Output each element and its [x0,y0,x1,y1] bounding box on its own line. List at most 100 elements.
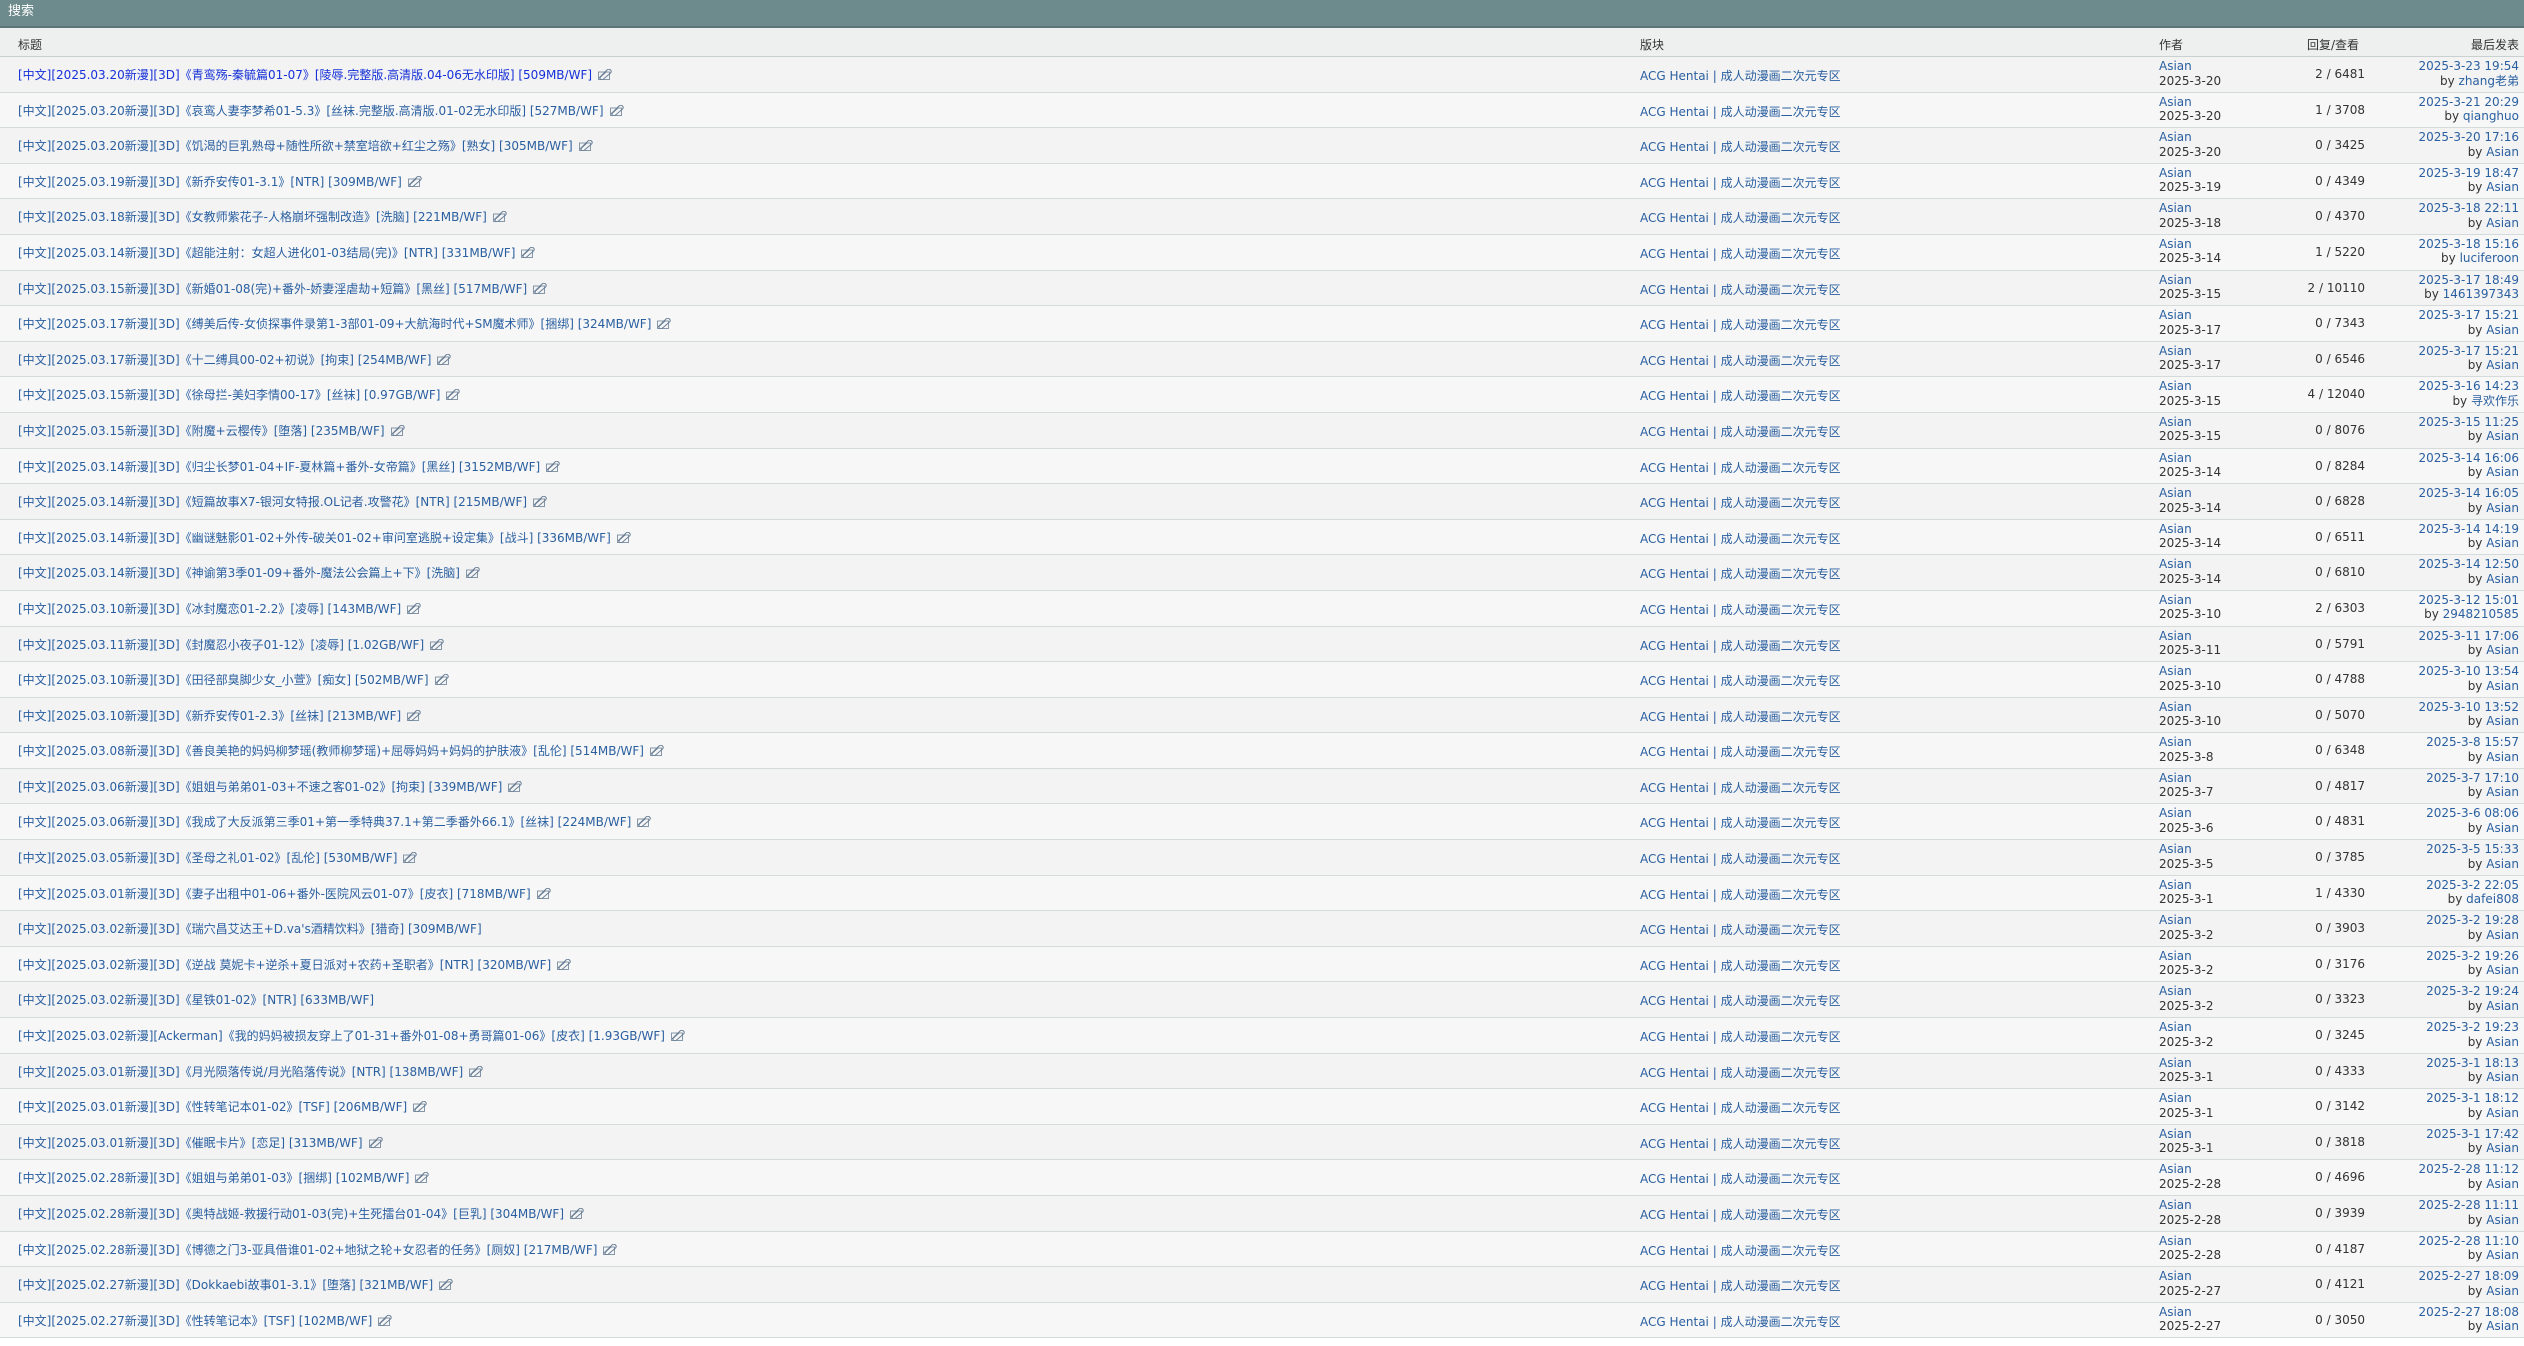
thread-title[interactable]: [中文][2025.03.02新漫][3D]《瑞穴昌艾达王+D.va's酒精饮料… [18,922,482,936]
author-link[interactable]: Asian [2159,273,2221,288]
last-post-link[interactable]: 2025-2-28 11:10 [2419,1234,2520,1249]
last-post-link[interactable]: 2025-3-2 22:05 [2426,878,2519,893]
author-link[interactable]: Asian [2159,771,2213,786]
thread-title[interactable]: [中文][2025.03.06新漫][3D]《我成了大反派第三季01+第一季特典… [18,815,631,829]
last-post-link[interactable]: 2025-3-17 15:21 [2419,344,2520,359]
last-poster-link[interactable]: Asian [2486,145,2519,159]
author-link[interactable]: Asian [2159,700,2221,715]
thread-title-link[interactable]: [中文][2025.02.27新漫][3D]《Dokkaebi故事01-3.1》… [18,1276,453,1293]
forum-link[interactable]: ACG Hentai | 成人动漫画二次元专区 [1640,1170,1841,1187]
author-link[interactable]: Asian [2159,593,2221,608]
last-post-link[interactable]: 2025-3-16 14:23 [2419,379,2520,394]
thread-title-link[interactable]: [中文][2025.03.19新漫][3D]《新乔安传01-3.1》[NTR] … [18,173,422,190]
forum-link[interactable]: ACG Hentai | 成人动漫画二次元专区 [1640,530,1841,547]
thread-title[interactable]: [中文][2025.03.19新漫][3D]《新乔安传01-3.1》[NTR] … [18,175,402,189]
last-post-link[interactable]: 2025-2-27 18:08 [2419,1305,2520,1320]
thread-title[interactable]: [中文][2025.03.10新漫][3D]《冰封魔恋01-2.2》[凌辱] [… [18,602,401,616]
author-link[interactable]: Asian [2159,1198,2221,1213]
thread-title[interactable]: [中文][2025.02.27新漫][3D]《Dokkaebi故事01-3.1》… [18,1278,433,1292]
last-post-link[interactable]: 2025-3-23 19:54 [2419,59,2520,74]
author-link[interactable]: Asian [2159,629,2221,644]
last-poster-link[interactable]: Asian [2486,1035,2519,1049]
author-link[interactable]: Asian [2159,95,2221,110]
forum-link[interactable]: ACG Hentai | 成人动漫画二次元专区 [1640,67,1841,84]
thread-title[interactable]: [中文][2025.03.10新漫][3D]《田径部臭脚少女_小萱》[痴女] [… [18,673,429,687]
last-poster-link[interactable]: Asian [2486,679,2519,693]
thread-title-link[interactable]: [中文][2025.03.20新漫][3D]《饥渴的巨乳熟母+随性所欲+禁室培欲… [18,137,593,154]
thread-title[interactable]: [中文][2025.03.20新漫][3D]《青鸾殇-秦毓篇01-07》[陵辱.… [18,68,592,82]
forum-link[interactable]: ACG Hentai | 成人动漫画二次元专区 [1640,494,1841,511]
last-post-link[interactable]: 2025-3-15 11:25 [2419,415,2520,430]
author-link[interactable]: Asian [2159,1091,2213,1106]
thread-title-link[interactable]: [中文][2025.03.14新漫][3D]《短篇故事X7-银河女特报.OL记者… [18,493,547,510]
last-post-link[interactable]: 2025-3-5 15:33 [2426,842,2519,857]
last-poster-link[interactable]: Asian [2486,1213,2519,1227]
forum-link[interactable]: ACG Hentai | 成人动漫画二次元专区 [1640,209,1841,226]
last-poster-link[interactable]: 1461397343 [2443,287,2519,301]
last-post-link[interactable]: 2025-2-28 11:11 [2419,1198,2520,1213]
thread-title-link[interactable]: [中文][2025.03.02新漫][Ackerman]《我的妈妈被损友穿上了0… [18,1027,685,1044]
thread-title[interactable]: [中文][2025.03.18新漫][3D]《女教师紫花子-人格崩坏强制改造》[… [18,210,487,224]
thread-title-link[interactable]: [中文][2025.03.02新漫][3D]《星铁01-02》[NTR] [63… [18,991,374,1008]
thread-title-link[interactable]: [中文][2025.03.20新漫][3D]《青鸾殇-秦毓篇01-07》[陵辱.… [18,66,612,83]
last-poster-link[interactable]: qianghuo [2463,109,2519,123]
forum-link[interactable]: ACG Hentai | 成人动漫画二次元专区 [1640,1135,1841,1152]
forum-link[interactable]: ACG Hentai | 成人动漫画二次元专区 [1640,743,1841,760]
author-link[interactable]: Asian [2159,806,2213,821]
last-poster-link[interactable]: Asian [2486,572,2519,586]
thread-title-link[interactable]: [中文][2025.03.01新漫][3D]《妻子出租中01-06+番外-医院风… [18,885,551,902]
last-post-link[interactable]: 2025-3-14 16:05 [2419,486,2520,501]
author-link[interactable]: Asian [2159,1234,2221,1249]
last-post-link[interactable]: 2025-3-10 13:54 [2419,664,2520,679]
forum-link[interactable]: ACG Hentai | 成人动漫画二次元专区 [1640,1064,1841,1081]
forum-link[interactable]: ACG Hentai | 成人动漫画二次元专区 [1640,1313,1841,1330]
last-post-link[interactable]: 2025-3-1 18:12 [2426,1091,2519,1106]
last-post-link[interactable]: 2025-3-17 18:49 [2419,273,2520,288]
thread-title[interactable]: [中文][2025.02.28新漫][3D]《奥特战姬-救援行动01-03(完)… [18,1207,564,1221]
forum-link[interactable]: ACG Hentai | 成人动漫画二次元专区 [1640,423,1841,440]
last-post-link[interactable]: 2025-3-14 14:19 [2419,522,2520,537]
thread-title[interactable]: [中文][2025.03.14新漫][3D]《神谕第3季01-09+番外-魔法公… [18,566,460,580]
last-post-link[interactable]: 2025-3-1 18:13 [2426,1056,2519,1071]
forum-link[interactable]: ACG Hentai | 成人动漫画二次元专区 [1640,1277,1841,1294]
thread-title-link[interactable]: [中文][2025.02.28新漫][3D]《奥特战姬-救援行动01-03(完)… [18,1205,584,1222]
last-poster-link[interactable]: Asian [2486,963,2519,977]
thread-title[interactable]: [中文][2025.03.20新漫][3D]《饥渴的巨乳熟母+随性所欲+禁室培欲… [18,139,573,153]
thread-title[interactable]: [中文][2025.03.02新漫][3D]《星铁01-02》[NTR] [63… [18,993,374,1007]
thread-title[interactable]: [中文][2025.03.05新漫][3D]《圣母之礼01-02》[乱伦] [5… [18,851,397,865]
author-link[interactable]: Asian [2159,379,2221,394]
last-post-link[interactable]: 2025-3-19 18:47 [2419,166,2520,181]
thread-title-link[interactable]: [中文][2025.03.01新漫][3D]《月光陨落传说/月光陷落传说》[NT… [18,1063,483,1080]
last-poster-link[interactable]: dafei808 [2466,892,2519,906]
author-link[interactable]: Asian [2159,130,2221,145]
last-post-link[interactable]: 2025-3-21 20:29 [2419,95,2520,110]
last-poster-link[interactable]: Asian [2486,643,2519,657]
last-post-link[interactable]: 2025-3-14 16:06 [2419,451,2520,466]
thread-title-link[interactable]: [中文][2025.03.14新漫][3D]《超能注射：女超人进化01-03结局… [18,244,536,261]
thread-title-link[interactable]: [中文][2025.03.05新漫][3D]《圣母之礼01-02》[乱伦] [5… [18,849,418,866]
thread-title-link[interactable]: [中文][2025.03.10新漫][3D]《田径部臭脚少女_小萱》[痴女] [… [18,671,449,688]
thread-title[interactable]: [中文][2025.03.20新漫][3D]《哀鸾人妻李梦希01-5.3》[丝袜… [18,104,604,118]
last-post-link[interactable]: 2025-3-2 19:24 [2426,984,2519,999]
thread-title[interactable]: [中文][2025.03.01新漫][3D]《性转笔记本01-02》[TSF] … [18,1100,407,1114]
thread-title[interactable]: [中文][2025.03.17新漫][3D]《十二缚具00-02+初说》[拘束]… [18,353,431,367]
author-link[interactable]: Asian [2159,1162,2221,1177]
forum-link[interactable]: ACG Hentai | 成人动漫画二次元专区 [1640,672,1841,689]
forum-link[interactable]: ACG Hentai | 成人动漫画二次元专区 [1640,957,1841,974]
last-poster-link[interactable]: Asian [2486,358,2519,372]
thread-title-link[interactable]: [中文][2025.03.06新漫][3D]《姐姐与弟弟01-03+不速之客01… [18,778,523,795]
thread-title[interactable]: [中文][2025.02.27新漫][3D]《性转笔记本》[TSF] [102M… [18,1314,372,1328]
thread-title-link[interactable]: [中文][2025.03.17新漫][3D]《缚美后传-女侦探事件录第1-3部0… [18,315,672,332]
forum-link[interactable]: ACG Hentai | 成人动漫画二次元专区 [1640,708,1841,725]
forum-link[interactable]: ACG Hentai | 成人动漫画二次元专区 [1640,850,1841,867]
thread-title-link[interactable]: [中文][2025.02.28新漫][3D]《博德之门3-亚具借谁01-02+地… [18,1241,618,1258]
author-link[interactable]: Asian [2159,166,2221,181]
last-poster-link[interactable]: Asian [2486,928,2519,942]
last-post-link[interactable]: 2025-3-8 15:57 [2426,735,2519,750]
author-link[interactable]: Asian [2159,913,2213,928]
thread-title[interactable]: [中文][2025.03.01新漫][3D]《月光陨落传说/月光陷落传说》[NT… [18,1065,463,1079]
thread-title-link[interactable]: [中文][2025.02.28新漫][3D]《姐姐与弟弟01-03》[捆绑] [… [18,1169,430,1186]
thread-title[interactable]: [中文][2025.03.06新漫][3D]《姐姐与弟弟01-03+不速之客01… [18,780,502,794]
last-post-link[interactable]: 2025-3-11 17:06 [2419,629,2520,644]
thread-title-link[interactable]: [中文][2025.03.01新漫][3D]《性转笔记本01-02》[TSF] … [18,1098,427,1115]
